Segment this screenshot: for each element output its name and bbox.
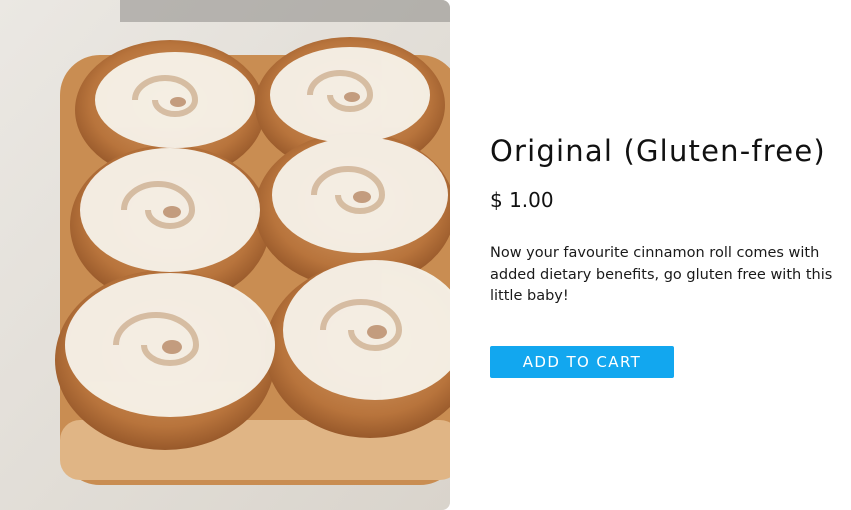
product-description: Now your favourite cinnamon roll comes w… (490, 245, 833, 304)
product-image (0, 0, 450, 510)
product-title: Original (Gluten-free) (490, 134, 826, 168)
add-to-cart-button[interactable]: ADD TO CART (490, 346, 674, 378)
cinnamon-rolls-illustration (0, 0, 450, 510)
product-price: $ 1.00 (490, 188, 554, 212)
